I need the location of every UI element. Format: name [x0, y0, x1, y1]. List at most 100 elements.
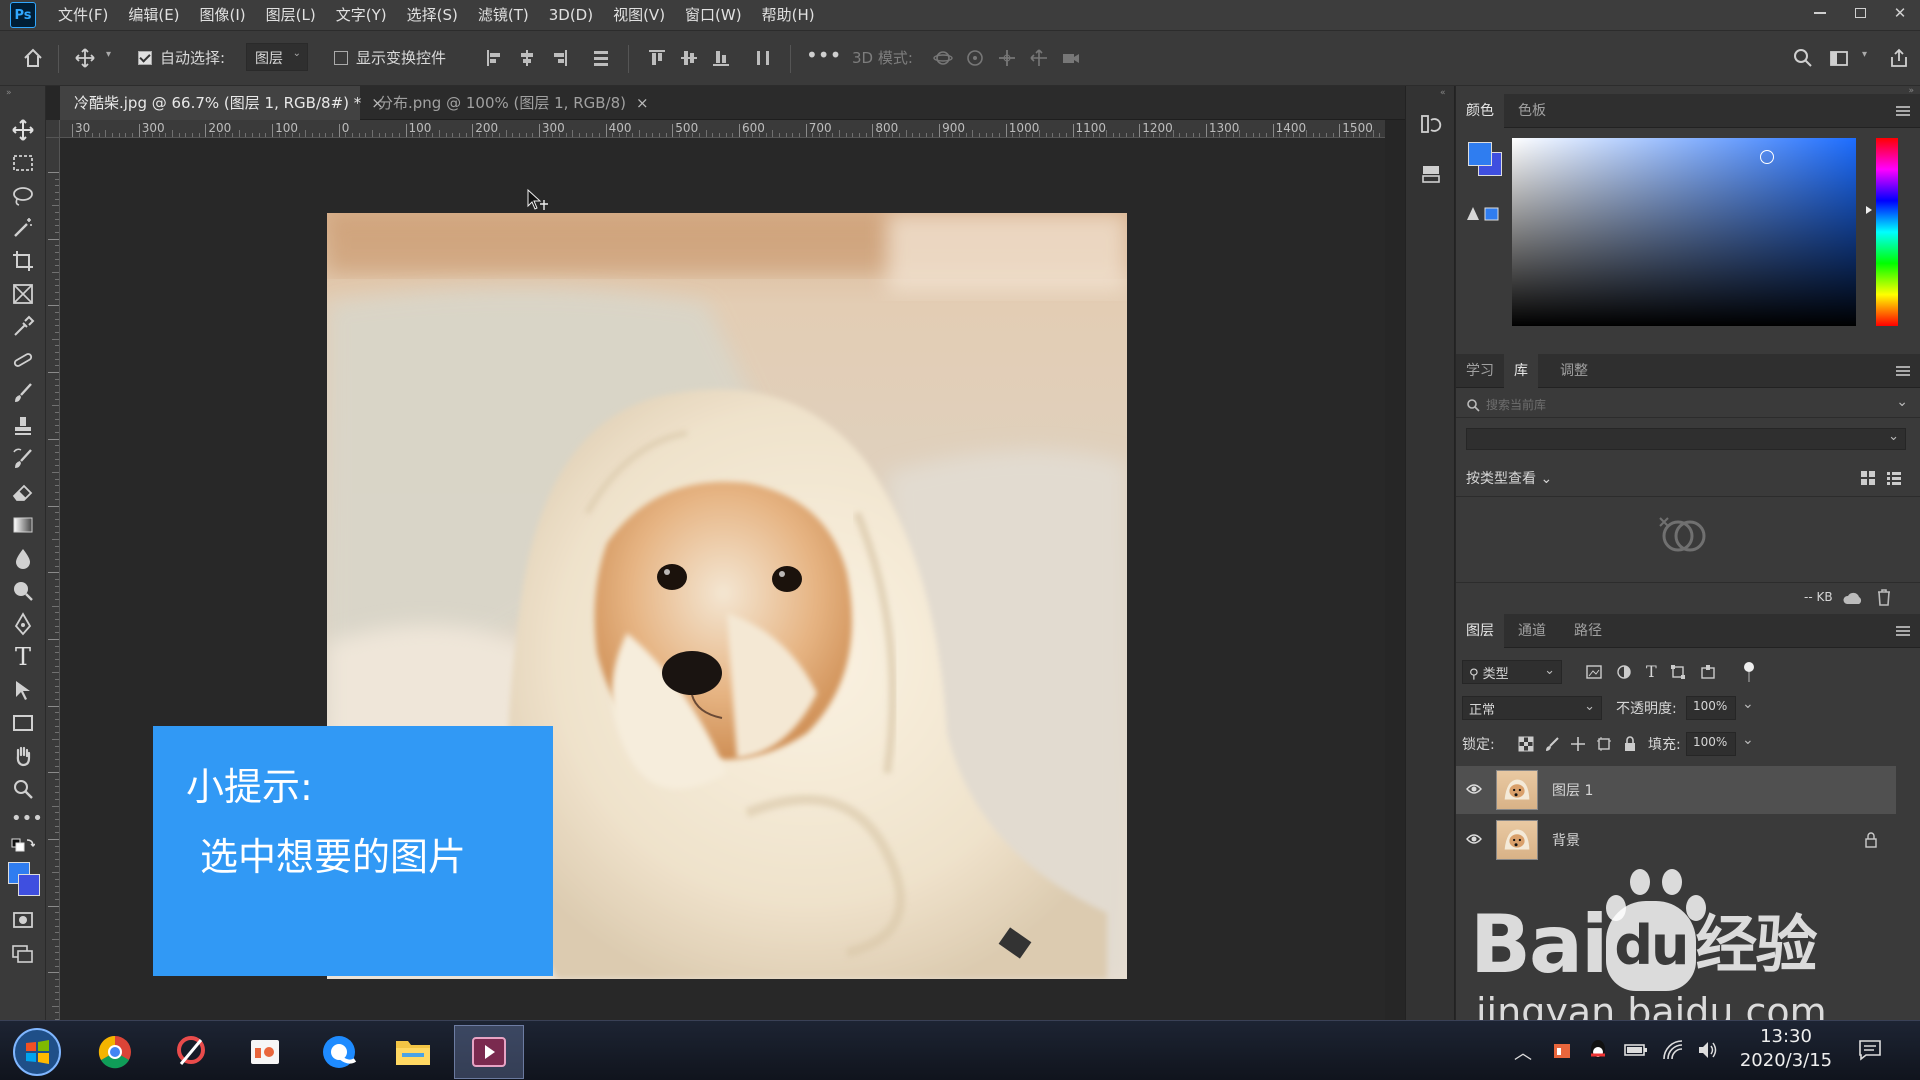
trash-icon[interactable]	[1876, 588, 1892, 606]
tray-app-icon[interactable]	[1552, 1041, 1572, 1061]
brush-tool-icon[interactable]	[11, 381, 35, 405]
eraser-tool-icon[interactable]	[11, 480, 35, 504]
properties-panel-icon[interactable]	[1419, 162, 1443, 186]
move-tool-icon[interactable]	[11, 118, 35, 142]
home-icon[interactable]	[22, 47, 44, 69]
tab-layers[interactable]: 图层	[1456, 614, 1504, 648]
default-colors-icon[interactable]	[11, 838, 35, 862]
taskbar-app-4[interactable]	[304, 1025, 374, 1079]
qq-icon[interactable]	[1588, 1039, 1608, 1061]
library-search-row[interactable]: 搜索当前库 ⌄	[1456, 392, 1920, 418]
align-middle-v-icon[interactable]	[678, 47, 700, 69]
ruler-origin[interactable]	[46, 120, 60, 138]
layers-panel-menu-icon[interactable]	[1896, 626, 1910, 638]
blur-tool-icon[interactable]	[11, 546, 35, 570]
library-select[interactable]: ⌄	[1466, 428, 1906, 450]
screen-mode-icon[interactable]	[11, 942, 35, 966]
tab-channels[interactable]: 通道	[1508, 614, 1556, 648]
path-selection-tool-icon[interactable]	[11, 678, 35, 702]
taskbar-clock[interactable]: 13:30 2020/3/15	[1736, 1025, 1836, 1073]
hand-tool-icon[interactable]	[11, 744, 35, 768]
menu-type[interactable]: 文字(Y)	[326, 0, 397, 30]
horizontal-ruler[interactable]: 30 300 200 100 0 100 200 300 400 500 600 700 800 900 1…	[60, 120, 1385, 138]
color-picker-field[interactable]	[1512, 138, 1856, 326]
close-icon[interactable]: ✕	[1880, 0, 1920, 26]
rectangle-tool-icon[interactable]	[11, 711, 35, 735]
blend-mode-dropdown[interactable]: 正常 ⌄	[1462, 696, 1602, 720]
tab-adjustments[interactable]: 调整	[1550, 354, 1598, 388]
magic-wand-tool-icon[interactable]	[11, 216, 35, 240]
marquee-tool-icon[interactable]	[11, 151, 35, 175]
menu-window[interactable]: 窗口(W)	[675, 0, 752, 30]
show-hidden-icons-icon[interactable]: ︿	[1514, 1039, 1532, 1065]
filter-type-icon[interactable]: T	[1646, 662, 1657, 681]
tool-preset-chevron-icon[interactable]: ▾	[106, 49, 111, 60]
menu-view[interactable]: 视图(V)	[603, 0, 675, 30]
align-center-h-icon[interactable]	[516, 47, 538, 69]
align-right-icon[interactable]	[548, 47, 570, 69]
3d-pan-icon[interactable]	[996, 47, 1018, 69]
taskbar-media-player[interactable]	[454, 1025, 524, 1079]
volume-icon[interactable]	[1696, 1039, 1718, 1061]
tab-paths[interactable]: 路径	[1564, 614, 1612, 648]
foreground-color-swatch[interactable]	[1468, 142, 1492, 166]
distribute-vertical-icon[interactable]	[590, 47, 612, 69]
quick-mask-icon[interactable]	[11, 908, 35, 932]
auto-select-dropdown[interactable]: 图层 ⌄	[246, 43, 308, 71]
lock-artboard-icon[interactable]	[1596, 736, 1612, 752]
background-color-swatch[interactable]	[18, 874, 40, 896]
cloud-sync-icon[interactable]	[1842, 590, 1864, 606]
more-options-icon[interactable]: •••	[806, 43, 841, 67]
menu-file[interactable]: 文件(F)	[48, 0, 118, 30]
lasso-tool-icon[interactable]	[11, 184, 35, 208]
type-tool-icon[interactable]: T	[11, 645, 35, 669]
layer-row-layer1[interactable]: 图层 1	[1456, 766, 1896, 814]
zoom-tool-icon[interactable]	[11, 777, 35, 801]
color-picker-cursor[interactable]	[1760, 150, 1774, 164]
tab-distribution[interactable]: 分布.png @ 100% (图层 1, RGB/8) ×	[364, 86, 649, 120]
eye-icon[interactable]	[1466, 782, 1482, 796]
3d-roll-icon[interactable]	[964, 47, 986, 69]
filter-toggle[interactable]	[1744, 662, 1754, 682]
taskbar-explorer[interactable]	[378, 1025, 448, 1079]
collapse-strip-icon[interactable]: «	[1440, 88, 1446, 98]
align-top-icon[interactable]	[646, 47, 668, 69]
layer-filter-kind-dropdown[interactable]: ⚲ 类型 ⌄	[1462, 660, 1562, 684]
align-bottom-icon[interactable]	[710, 47, 732, 69]
search-icon[interactable]	[1792, 47, 1814, 69]
align-left-icon[interactable]	[484, 47, 506, 69]
minimize-icon[interactable]	[1800, 0, 1840, 26]
opacity-input[interactable]: 100%	[1686, 696, 1736, 720]
menu-help[interactable]: 帮助(H)	[752, 0, 825, 30]
collapse-toolbar-icon[interactable]: »	[6, 88, 12, 98]
taskbar-app-2[interactable]	[156, 1025, 226, 1079]
lock-all-icon[interactable]	[1622, 736, 1638, 752]
library-search-input[interactable]: 搜索当前库	[1486, 396, 1546, 413]
tab-cold-shiba[interactable]: 冷酷柴.jpg @ 66.7% (图层 1, RGB/8#) * ×	[60, 86, 384, 120]
share-icon[interactable]	[1888, 47, 1910, 69]
clone-stamp-tool-icon[interactable]	[11, 414, 35, 438]
crop-tool-icon[interactable]	[11, 249, 35, 273]
menu-layer[interactable]: 图层(L)	[256, 0, 326, 30]
fill-slider-chevron-icon[interactable]: ⌄	[1742, 732, 1754, 748]
menu-3d[interactable]: 3D(D)	[539, 0, 603, 30]
list-view-icon[interactable]	[1886, 470, 1902, 486]
tab-swatches[interactable]: 色板	[1508, 94, 1556, 128]
show-transform-checkbox[interactable]	[334, 51, 348, 65]
vertical-ruler[interactable]	[46, 138, 60, 1020]
hue-slider-marker[interactable]	[1866, 206, 1872, 214]
filter-smart-object-icon[interactable]	[1700, 664, 1716, 680]
3d-camera-icon[interactable]	[1060, 47, 1082, 69]
pen-tool-icon[interactable]	[11, 612, 35, 636]
color-panel-menu-icon[interactable]	[1896, 106, 1910, 118]
grid-view-icon[interactable]	[1860, 470, 1876, 486]
lock-pixels-icon[interactable]	[1544, 736, 1560, 752]
dodge-tool-icon[interactable]	[11, 579, 35, 603]
tab-color[interactable]: 颜色	[1456, 94, 1504, 128]
action-center-icon[interactable]	[1858, 1039, 1882, 1061]
filter-adjustment-icon[interactable]	[1616, 664, 1632, 680]
tab-libraries[interactable]: 库	[1504, 354, 1538, 388]
battery-icon[interactable]	[1624, 1041, 1648, 1059]
close-tab-icon[interactable]: ×	[636, 94, 649, 112]
menu-select[interactable]: 选择(S)	[397, 0, 468, 30]
